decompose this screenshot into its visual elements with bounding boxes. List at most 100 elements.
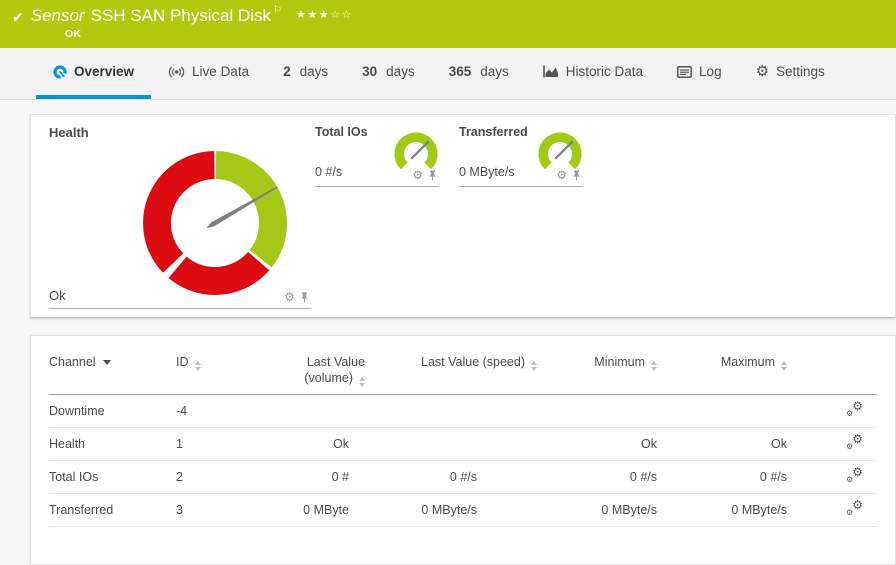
column-label: Last Value — [306, 355, 365, 369]
cell-divider — [49, 308, 311, 309]
sort-icon — [359, 377, 365, 388]
column-label: Maximum — [720, 355, 775, 369]
channel-settings-icon[interactable]: ⚙ ⚙ — [846, 499, 863, 517]
channel-id: 3 — [169, 493, 259, 528]
tab-label: Live Data — [192, 64, 250, 79]
channel-name: Downtime — [49, 394, 169, 429]
object-type-label: Sensor — [30, 6, 85, 25]
last-value-speed — [377, 427, 537, 462]
ok-check-icon: ✔ — [12, 9, 24, 25]
area-chart-icon — [542, 65, 558, 78]
last-value-volume — [259, 394, 377, 429]
channel-settings-icon[interactable]: ⚙ ⚙ — [846, 433, 863, 451]
maximum-value: Ok — [657, 427, 787, 462]
channel-name: Total IOs — [49, 460, 169, 495]
column-header-last-value-speed[interactable]: Last Value (speed) — [377, 352, 537, 396]
last-value-speed: 0 MByte/s — [377, 493, 537, 528]
sensor-name: SSH SAN Physical Disk — [90, 6, 272, 25]
column-label: (volume) — [304, 371, 353, 386]
last-value-speed: 0 #/s — [377, 460, 537, 495]
tab-30-days[interactable]: 30 days — [345, 48, 432, 99]
overview-gauges-panel: Health Ok ⚙ Total IOs 0 #/s ⚙ Transferre… — [30, 114, 896, 318]
tab-number: 2 — [283, 64, 291, 79]
gauge-settings-gear-icon[interactable]: ⚙ — [284, 291, 295, 303]
total-ios-gauge-cell: Total IOs 0 #/s ⚙ — [315, 125, 439, 189]
cell-divider — [315, 186, 439, 187]
gauge-value: 0 MByte/s — [459, 165, 515, 179]
tab-settings[interactable]: ⚙ Settings — [739, 48, 842, 99]
pin-icon[interactable] — [300, 292, 309, 303]
column-header-channel[interactable]: Channel — [49, 352, 169, 396]
channel-id: 2 — [169, 460, 259, 495]
gear-icon: ⚙ — [755, 63, 770, 80]
channel-id: -4 — [169, 394, 259, 429]
sensor-status-header: ✔ Sensor SSH SAN Physical Disk ⚐ ★★★☆☆ O… — [0, 0, 896, 48]
column-header-minimum[interactable]: Minimum — [537, 352, 657, 396]
sort-icon — [194, 361, 201, 371]
last-value-speed — [377, 394, 537, 429]
column-label: Channel — [49, 355, 96, 369]
minimum-value: 0 MByte/s — [537, 493, 657, 528]
column-label: ID — [176, 355, 189, 369]
last-value-volume: 0 MByte — [259, 493, 377, 528]
gauge-status-label: Ok — [49, 288, 66, 303]
tab-number: 30 — [362, 64, 378, 79]
maximum-value — [657, 394, 787, 429]
tab-historic-data[interactable]: Historic Data — [526, 48, 660, 99]
tab-label: days — [386, 64, 415, 79]
gauge-value: 0 #/s — [315, 165, 343, 179]
star-rating[interactable]: ★★★☆☆ — [296, 4, 353, 26]
sort-icon — [781, 361, 787, 371]
column-label: Minimum — [594, 355, 645, 369]
column-label: Last Value (speed) — [421, 355, 525, 369]
tab-2-days[interactable]: 2 days — [266, 48, 345, 99]
broadcast-icon — [168, 66, 185, 77]
gauge-settings-gear-icon[interactable]: ⚙ — [556, 169, 567, 181]
sensor-status-text: OK — [65, 28, 82, 40]
minimum-value: Ok — [537, 427, 657, 462]
cell-divider — [459, 186, 583, 187]
tab-overview[interactable]: Overview — [36, 48, 152, 99]
tab-number: 365 — [448, 64, 472, 79]
gauge-settings-gear-icon[interactable]: ⚙ — [412, 169, 423, 181]
last-value-volume: Ok — [259, 427, 377, 462]
minimum-value: 0 #/s — [537, 460, 657, 495]
channel-name: Health — [49, 427, 169, 462]
table-row: Downtime -4 ⚙ ⚙ — [49, 394, 877, 429]
pin-icon[interactable] — [572, 170, 581, 181]
tab-365-days[interactable]: 365 days — [432, 48, 526, 99]
sensor-tabbar: Overview Live Data 2 days 30 days 365 da… — [0, 48, 896, 100]
channel-settings-icon[interactable]: ⚙ ⚙ — [846, 400, 863, 418]
tab-live-data[interactable]: Live Data — [151, 48, 266, 99]
gauge-title: Health — [49, 125, 89, 140]
last-value-volume: 0 # — [259, 460, 377, 495]
tab-log[interactable]: Log — [660, 48, 739, 99]
maximum-value: 0 MByte/s — [657, 493, 787, 528]
pin-icon[interactable] — [428, 170, 437, 181]
column-header-id[interactable]: ID — [169, 352, 259, 396]
sort-icon — [531, 361, 537, 371]
channel-id: 1 — [169, 427, 259, 462]
channel-settings-icon[interactable]: ⚙ ⚙ — [846, 466, 863, 484]
column-header-last-value-volume[interactable]: Last Value (volume) — [259, 352, 377, 396]
gauge-icon — [53, 64, 67, 79]
channel-table: Channel ID Last Value (volume) Last Valu… — [49, 352, 877, 528]
transferred-gauge-cell: Transferred 0 MByte/s ⚙ — [459, 125, 583, 189]
channel-table-panel: Channel ID Last Value (volume) Last Valu… — [30, 335, 896, 565]
maximum-value: 0 #/s — [657, 460, 787, 495]
log-icon — [677, 65, 692, 78]
minimum-value — [537, 394, 657, 429]
sort-descending-icon — [102, 360, 111, 365]
column-header-maximum[interactable]: Maximum — [657, 352, 787, 396]
table-row: Health 1 Ok Ok Ok ⚙ ⚙ — [49, 427, 877, 462]
tab-label: Settings — [776, 64, 825, 79]
table-row: Transferred 3 0 MByte 0 MByte/s 0 MByte/… — [49, 493, 877, 528]
tab-label: Log — [699, 64, 722, 79]
tab-label: Overview — [74, 64, 135, 79]
tab-label: Historic Data — [565, 64, 644, 79]
priority-flag-icon[interactable]: ⚐ — [273, 0, 282, 22]
channel-name: Transferred — [49, 493, 169, 528]
tab-label: days — [480, 64, 509, 79]
column-header-actions — [787, 352, 877, 396]
table-row: Total IOs 2 0 # 0 #/s 0 #/s 0 #/s ⚙ ⚙ — [49, 460, 877, 495]
